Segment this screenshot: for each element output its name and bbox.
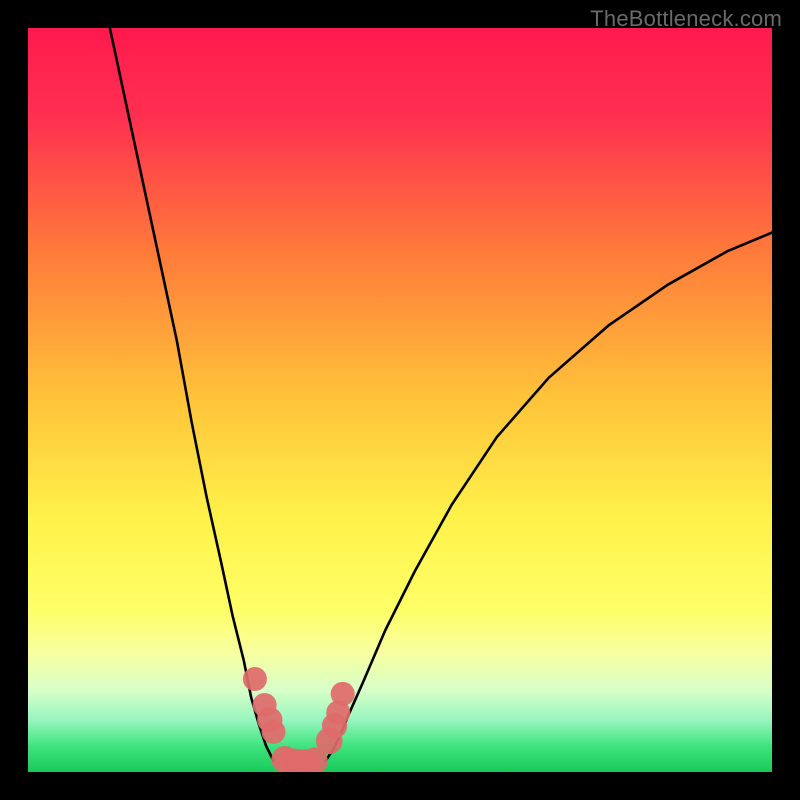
chart-outer-frame: TheBottleneck.com <box>0 0 800 800</box>
marker-point <box>261 720 285 744</box>
marker-point <box>331 682 355 706</box>
gradient-background <box>28 28 772 772</box>
bottleneck-curve-plot <box>28 28 772 772</box>
marker-point <box>243 667 267 691</box>
attribution-text: TheBottleneck.com <box>590 6 782 32</box>
